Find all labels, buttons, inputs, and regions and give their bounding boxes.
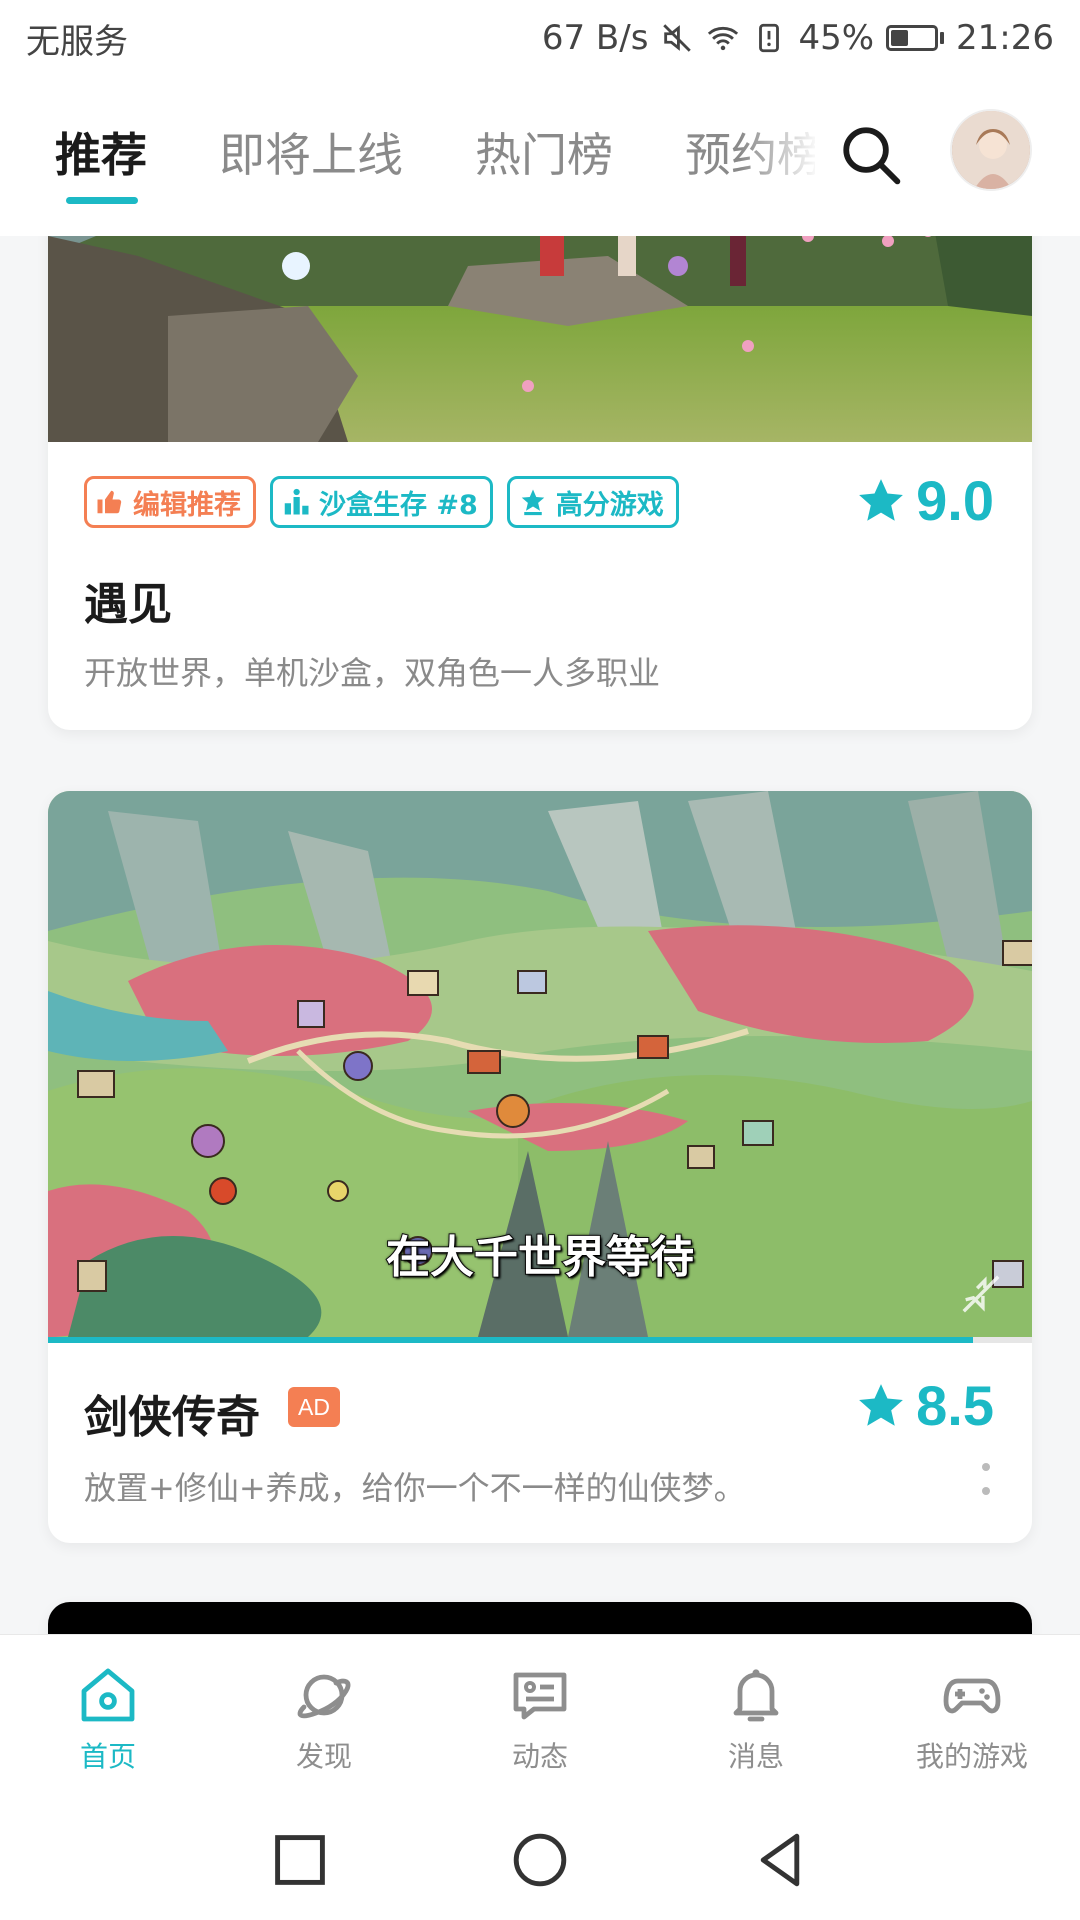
nav-my-games[interactable]: 我的游戏 bbox=[864, 1635, 1080, 1790]
game-banner-image bbox=[48, 236, 1032, 442]
tab-hot-chart[interactable]: 热门榜 bbox=[475, 124, 613, 204]
mute-icon bbox=[663, 24, 692, 52]
ad-badge: AD bbox=[288, 1387, 340, 1427]
home-icon bbox=[81, 1668, 135, 1722]
more-options-icon[interactable] bbox=[976, 1459, 996, 1499]
game-video-player[interactable]: 在大千世界等待 bbox=[48, 791, 1032, 1337]
back-icon[interactable] bbox=[752, 1832, 808, 1888]
tabs-fade-overlay bbox=[740, 116, 840, 206]
battery-icon bbox=[886, 25, 945, 51]
tag-label: 沙盒生存 #8 bbox=[319, 489, 478, 521]
bell-icon bbox=[733, 1669, 779, 1722]
nav-label: 动态 bbox=[511, 1740, 568, 1773]
tag-editor-pick[interactable]: 编辑推荐 bbox=[84, 476, 256, 528]
star-badge-icon bbox=[521, 489, 545, 516]
tab-upcoming[interactable]: 即将上线 bbox=[219, 124, 403, 204]
top-tab-bar: 推荐 即将上线 热门榜 预约榜 bbox=[0, 76, 1080, 236]
nav-discover[interactable]: 发现 bbox=[216, 1635, 432, 1790]
tag-high-score[interactable]: 高分游戏 bbox=[506, 476, 679, 528]
video-progress-bar[interactable] bbox=[48, 1337, 1032, 1343]
recent-apps-icon[interactable] bbox=[272, 1832, 328, 1888]
avatar-image bbox=[952, 111, 1030, 189]
feed-list: 编辑推荐 沙盒生存 #8 高分游戏 9.0 遇见 开放世界，单机沙盒，双角色一人… bbox=[0, 236, 1080, 1634]
user-avatar[interactable] bbox=[950, 109, 1032, 191]
nav-messages[interactable]: 消息 bbox=[648, 1635, 864, 1790]
nav-home[interactable]: 首页 bbox=[0, 1635, 216, 1790]
system-nav-bar bbox=[0, 1790, 1080, 1920]
nav-feed[interactable]: 动态 bbox=[432, 1635, 648, 1790]
video-subtitle: 在大千世界等待 bbox=[385, 1231, 695, 1284]
game-title: 遇见 bbox=[84, 579, 172, 630]
planet-icon bbox=[297, 1674, 351, 1719]
volume-muted-icon[interactable] bbox=[958, 1271, 1004, 1317]
rating: 9.0 bbox=[856, 468, 994, 533]
game-card[interactable]: 编辑推荐 沙盒生存 #8 高分游戏 9.0 遇见 开放世界，单机沙盒，双角色一人… bbox=[48, 236, 1032, 730]
battery-alert-icon bbox=[759, 23, 780, 53]
tab-recommend[interactable]: 推荐 bbox=[55, 124, 147, 204]
nav-label: 发现 bbox=[295, 1740, 352, 1773]
video-progress-fill bbox=[48, 1337, 973, 1343]
net-speed: 67 B/s bbox=[541, 18, 649, 58]
battery-percent: 45% bbox=[798, 18, 875, 58]
star-icon bbox=[859, 1383, 904, 1426]
feed-icon bbox=[513, 1672, 567, 1720]
tab-label: 即将上线 bbox=[219, 128, 403, 182]
tab-list: 推荐 即将上线 热门榜 预约榜 bbox=[55, 124, 815, 204]
game-video-card[interactable]: 在大千世界等待 剑侠传奇 AD 8.5 放置+修仙+养成，给你一个不一样的仙侠梦… bbox=[48, 791, 1032, 1543]
tag-label: 高分游戏 bbox=[555, 489, 664, 521]
status-bar: 无服务 67 B/s 45% 21:26 bbox=[0, 0, 1080, 76]
status-indicators: 67 B/s 45% 21:26 bbox=[542, 18, 1054, 58]
wifi-icon bbox=[708, 26, 739, 51]
carrier-label: 无服务 bbox=[26, 21, 128, 62]
game-card-next[interactable] bbox=[48, 1602, 1032, 1634]
tag-sandbox-rank[interactable]: 沙盒生存 #8 bbox=[270, 476, 493, 528]
rating: 8.5 bbox=[856, 1373, 994, 1438]
search-icon[interactable] bbox=[838, 122, 904, 188]
game-description: 开放世界，单机沙盒，双角色一人多职业 bbox=[84, 654, 661, 692]
clock: 21:26 bbox=[956, 18, 1054, 58]
nav-label: 消息 bbox=[727, 1740, 784, 1773]
game-title: 剑侠传奇 bbox=[84, 1392, 260, 1443]
rating-value: 9.0 bbox=[916, 469, 994, 532]
thumbs-up-icon bbox=[97, 490, 122, 514]
nav-label: 首页 bbox=[79, 1740, 136, 1773]
ranking-icon bbox=[284, 488, 309, 515]
home-button-icon[interactable] bbox=[512, 1832, 568, 1888]
star-icon bbox=[859, 478, 904, 521]
rating-value: 8.5 bbox=[916, 1374, 994, 1437]
active-tab-indicator bbox=[66, 197, 138, 204]
nav-label: 我的游戏 bbox=[915, 1740, 1028, 1773]
gamepad-icon bbox=[943, 1678, 1001, 1714]
game-description: 放置+修仙+养成，给你一个不一样的仙侠梦。 bbox=[84, 1469, 746, 1507]
app-screen: 无服务 67 B/s 45% 21:26 推荐 即将上线 热门榜 预约榜 bbox=[0, 0, 1080, 1920]
bottom-nav: 首页 发现 动态 消息 我的游戏 bbox=[0, 1634, 1080, 1790]
tag-label: 编辑推荐 bbox=[133, 489, 241, 521]
tab-label: 推荐 bbox=[55, 128, 147, 182]
tab-label: 热门榜 bbox=[475, 128, 613, 182]
tag-row: 编辑推荐 沙盒生存 #8 高分游戏 bbox=[84, 476, 679, 528]
